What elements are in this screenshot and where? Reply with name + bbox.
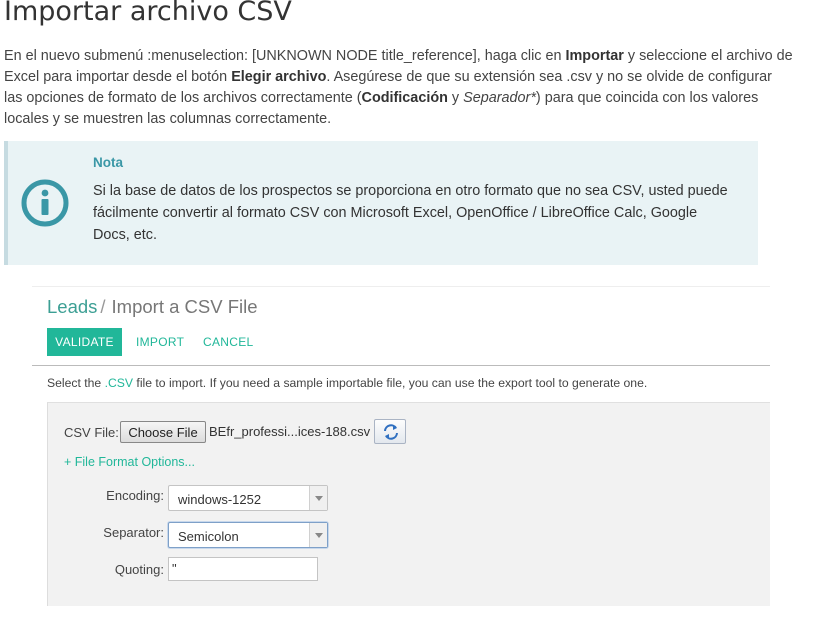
breadcrumb-current: Import a CSV File [111,296,258,317]
choose-file-button[interactable]: Choose File [120,421,206,443]
divider [32,365,770,366]
intro-bold-import: Importar [565,48,624,64]
help-csv-extension: .CSV [104,376,134,390]
breadcrumb-leads-link[interactable]: Leads [47,296,97,317]
intro-paragraph: En el nuevo submenú :menuselection: [UNK… [4,46,794,130]
quoting-input[interactable]: " [168,557,318,581]
separator-value: Semicolon [178,529,239,544]
help-text-part: Select the [47,376,105,390]
separator-label: Separator: [103,525,164,540]
note-title: Nota [93,155,123,170]
reload-icon [384,424,398,440]
encoding-select[interactable]: windows-1252 [168,485,328,511]
intro-text: y [447,90,464,106]
quoting-label: Quoting: [114,562,164,577]
note-text: Si la base de datos de los prospectos se… [93,183,728,243]
info-circle-icon [21,179,69,227]
import-form: CSV File: Choose File BEfr_professi...ic… [47,402,770,606]
validate-button[interactable]: VALIDATE [47,328,122,356]
import-screenshot: Leads / Import a CSV File VALIDATE IMPORT … [32,286,770,606]
chevron-down-icon [309,486,327,510]
intro-italic-separator: Separador* [463,90,536,106]
note-box: Nota Si la base de datos de los prospect… [4,141,758,265]
chevron-down-icon [309,523,327,547]
file-name: BEfr_professi...ices-188.csv [209,424,371,439]
csv-file-label: CSV File: [64,425,119,440]
help-text-part: file to import. If you need a sample imp… [133,376,648,390]
breadcrumb: Leads / Import a CSV File [47,296,258,318]
file-format-options-link[interactable]: + File Format Options... [64,455,195,469]
reload-button[interactable] [374,419,406,444]
intro-bold-encoding: Codificación [361,90,448,106]
encoding-label: Encoding: [106,488,164,503]
separator-select[interactable]: Semicolon [168,522,328,548]
import-button[interactable]: IMPORT [136,328,184,356]
breadcrumb-separator: / [100,296,106,317]
intro-bold-choose-file: Elegir archivo [231,69,327,85]
help-text: Select the .CSV file to import. If you n… [47,376,647,390]
page-title: Importar archivo CSV [4,0,292,27]
encoding-value: windows-1252 [178,492,262,507]
intro-text: En el nuevo submenú :menuselection: [UNK… [4,48,566,64]
cancel-button[interactable]: CANCEL [203,328,253,356]
